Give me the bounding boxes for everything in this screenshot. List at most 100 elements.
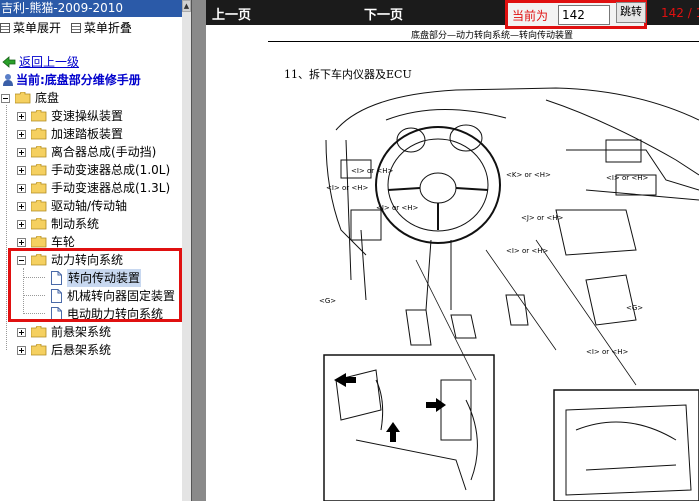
folder-open-icon [31,254,47,266]
folder-icon [31,128,47,140]
menu-toolbar: 菜单展开 菜单折叠 [0,18,191,38]
expand-toggle-icon[interactable] [17,111,26,121]
folder-icon [31,146,47,158]
tree-item-power-steering[interactable]: 动力转向系统 [17,251,123,269]
tree-connector [6,105,7,350]
expand-toggle-icon[interactable] [17,165,26,175]
expand-toggle-icon[interactable] [17,129,26,139]
folder-icon [31,236,47,248]
tree-item-label: 前悬架系统 [51,325,112,339]
folder-icon [31,200,47,212]
document-viewer: 上一页 下一页 142 / 1 当前为 跳转 底盘部分—动力转向系统—转向传动装… [206,0,699,501]
back-link[interactable]: 返回上一级 [2,53,79,70]
header-rule [268,41,699,42]
tree-leaf-label: 机械转向器固定装置 [67,289,176,303]
user-icon [3,73,13,86]
callout-label: <G> [319,297,336,305]
prev-page-button[interactable]: 上一页 [212,4,251,23]
left-scrollbar[interactable] [182,0,191,501]
tree-item[interactable]: 变速操纵装置 [17,107,123,125]
page-number-input[interactable] [558,5,610,25]
callout-label: <I> or <H> [351,167,394,175]
folder-icon [31,326,47,338]
tree-item-label: 变速操纵装置 [51,109,124,123]
tree-connector [23,313,45,314]
expand-toggle-icon[interactable] [17,201,26,211]
folder-icon [31,164,47,176]
tree-item-label: 制动系统 [51,217,100,231]
back-arrow-icon [2,55,16,68]
tree-item-label: 底盘 [35,91,60,105]
current-location-label: 当前:底盘部分维修手册 [16,73,141,87]
tree-connector [23,277,45,278]
tree-item-label: 手动变速器总成(1.0L) [51,163,171,177]
tree-item[interactable]: 离合器总成(手动挡) [17,143,156,161]
tree-leaf[interactable]: 机械转向器固定装置 [51,287,175,305]
dashboard-diagram: <I> or <H> <K> or <H> <I> or <H> <I> or … [319,87,699,501]
document-icon [51,289,62,303]
document-icon [51,307,62,321]
tree-item-label: 加速踏板装置 [51,127,124,141]
collapse-menu-button[interactable]: 菜单折叠 [70,18,132,38]
tree-item[interactable]: 手动变速器总成(1.3L) [17,179,170,197]
tree-item[interactable]: 手动变速器总成(1.0L) [17,161,170,179]
tree-leaf[interactable]: 电动助力转向系统 [51,305,163,323]
collapse-menu-label: 菜单折叠 [83,21,132,35]
pane-splitter[interactable] [191,0,206,501]
callout-label: <I> or <H> [376,204,419,212]
current-location: 当前:底盘部分维修手册 [2,71,141,88]
folder-icon [31,110,47,122]
tree-item[interactable]: 前悬架系统 [17,323,111,341]
tree-item-label: 手动变速器总成(1.3L) [51,181,171,195]
tree-item[interactable]: 驱动轴/传动轴 [17,197,127,215]
tree-item[interactable]: 车轮 [17,233,75,251]
tree-item-chassis[interactable]: 底盘 [1,89,59,107]
tree-item[interactable]: 加速踏板装置 [17,125,123,143]
folder-icon [31,182,47,194]
current-page-label: 当前为 [512,9,549,23]
next-page-button[interactable]: 下一页 [364,4,403,23]
page-jump-panel: 当前为 跳转 [505,0,647,29]
left-navigation-pane: 吉利-熊猫-2009-2010 菜单展开 菜单折叠 返回上一级 当前:底盘部分维… [0,0,191,501]
expand-toggle-icon[interactable] [17,147,26,157]
expand-toggle-icon[interactable] [17,183,26,193]
list-icon [0,23,10,33]
expand-menu-label: 菜单展开 [13,21,62,35]
app-title-bar: 吉利-熊猫-2009-2010 [0,0,191,17]
tree-item-label: 离合器总成(手动挡) [51,145,157,159]
tree-connector [23,295,45,296]
tree-item[interactable]: 后悬架系统 [17,341,111,359]
callout-label: <J> or <H> [521,214,564,222]
tree-leaf-label: 电动助力转向系统 [67,307,164,321]
page-count: 142 / 1 [661,6,699,20]
expand-toggle-icon[interactable] [17,345,26,355]
collapse-toggle-icon[interactable] [1,93,10,103]
expand-toggle-icon[interactable] [17,327,26,337]
tree-item-label: 动力转向系统 [51,253,124,267]
document-icon [51,271,62,285]
tree-item-label: 驱动轴/传动轴 [51,199,128,213]
folder-icon [31,218,47,230]
tree-item-label: 后悬架系统 [51,343,112,357]
tree-item-label: 车轮 [51,235,76,249]
scroll-up-icon[interactable]: ▲ [182,0,191,12]
list-icon [70,23,81,33]
collapse-toggle-icon[interactable] [17,255,26,265]
back-link-label: 返回上一级 [19,55,80,69]
callout-label: <I> or <H> [606,174,649,182]
jump-button[interactable]: 跳转 [616,2,646,23]
folder-open-icon [15,92,31,104]
folder-icon [31,344,47,356]
expand-toggle-icon[interactable] [17,219,26,229]
tree-leaf-steering-linkage[interactable]: 转向传动装置 [51,269,142,287]
callout-label: <I> or <H> [506,247,549,255]
callout-label: <G> [626,304,643,312]
callout-label: <I> or <H> [586,348,629,356]
document-header: 底盘部分—动力转向系统—转向传动装置 [411,31,574,41]
expand-menu-button[interactable]: 菜单展开 [0,18,61,38]
tree-connector [23,268,24,314]
expand-toggle-icon[interactable] [17,237,26,247]
tree-item[interactable]: 制动系统 [17,215,99,233]
callout-label: <I> or <H> [326,184,369,192]
tree-leaf-label-selected: 转向传动装置 [67,269,142,287]
